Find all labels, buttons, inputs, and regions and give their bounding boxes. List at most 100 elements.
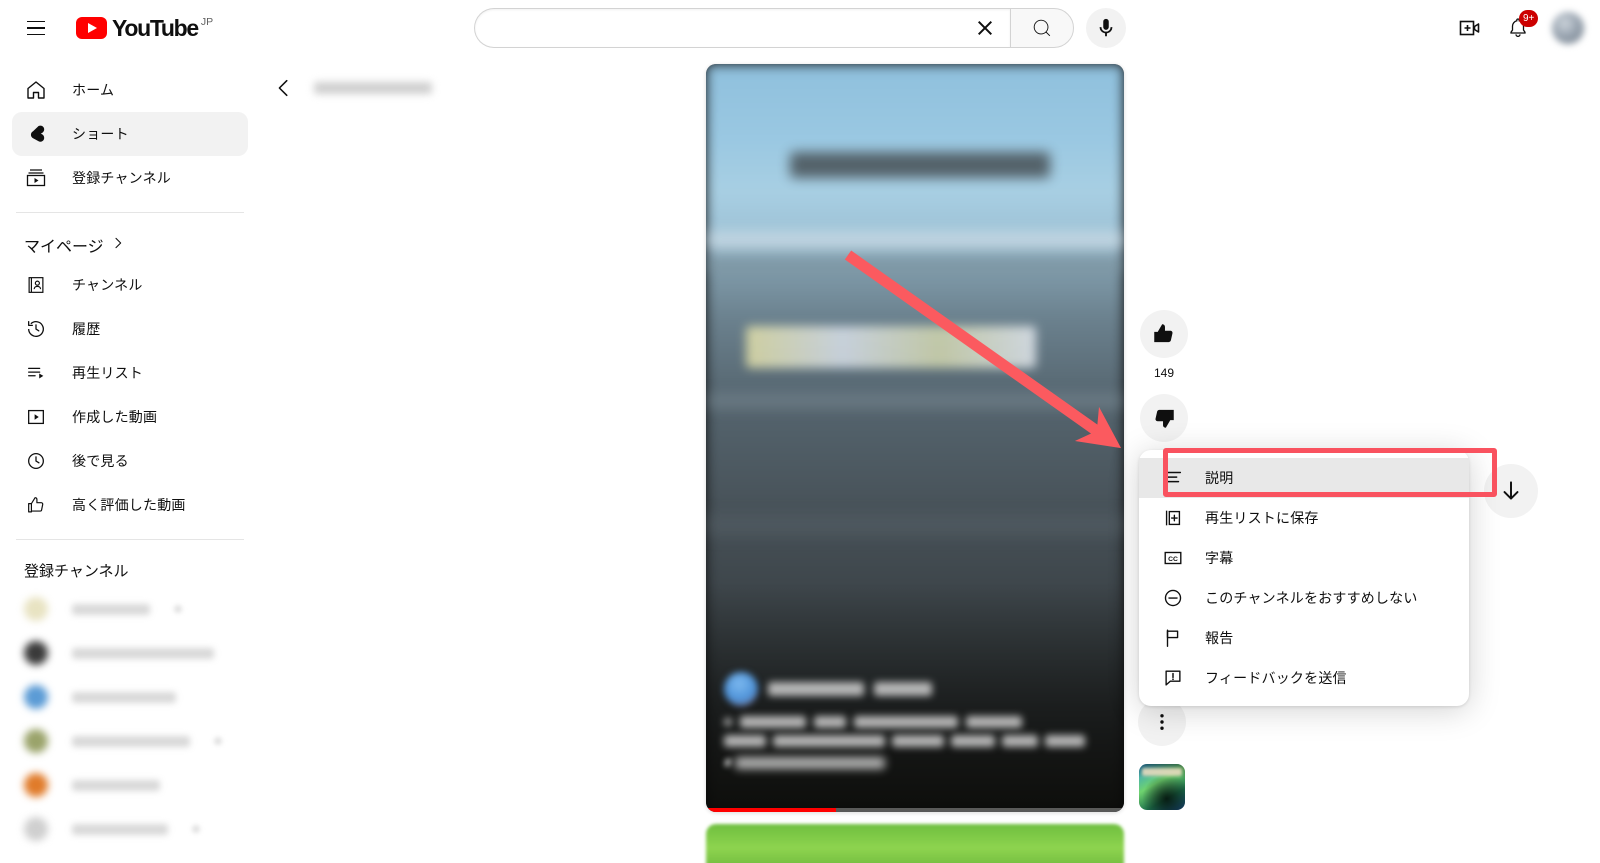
- home-icon: [24, 78, 48, 102]
- sidebar-item-history[interactable]: 履歴: [12, 307, 248, 351]
- status-badge: [174, 605, 182, 613]
- youtube-country-code: JP: [200, 15, 214, 28]
- microphone-icon[interactable]: [1086, 8, 1126, 48]
- youtube-logo-text: YouTube: [112, 14, 199, 41]
- youtube-shorts-page: YouTube JP 9+ ホーム ショート 登録チャンネル マイページ チャン…: [0, 0, 1600, 863]
- sidebar-item-playlists[interactable]: 再生リスト: [12, 351, 248, 395]
- status-badge: [192, 825, 200, 833]
- sidebar: ホーム ショート 登録チャンネル マイページ チャンネル 履歴 再生リスト 作成…: [0, 56, 260, 863]
- channel-icon: [24, 273, 48, 297]
- close-icon[interactable]: [966, 9, 1004, 47]
- menu-item-report[interactable]: 報告: [1139, 618, 1469, 658]
- closed-captions-icon: CC: [1161, 546, 1185, 570]
- next-short-thumbnail[interactable]: [1139, 764, 1185, 810]
- menu-item-label: 字幕: [1205, 550, 1234, 566]
- hamburger-icon[interactable]: [16, 8, 56, 48]
- channel-name: [72, 603, 150, 615]
- sidebar-item-label: 高く評価した動画: [72, 497, 186, 513]
- sidebar-subscriptions-list: [0, 587, 260, 851]
- your-videos-icon: [24, 405, 48, 429]
- sidebar-item-label: ホーム: [72, 82, 115, 98]
- menu-item-save-to-playlist[interactable]: 再生リストに保存: [1139, 498, 1469, 538]
- video-hashtag[interactable]: #: [724, 755, 1112, 770]
- menu-item-not-interested[interactable]: このチャンネルをおすすめしない: [1139, 578, 1469, 618]
- menu-item-label: このチャンネルをおすすめしない: [1205, 590, 1418, 606]
- menu-item-label: 説明: [1205, 470, 1234, 486]
- thumbs-up-icon: [24, 493, 48, 517]
- sidebar-item-label: チャンネル: [72, 277, 143, 293]
- sidebar-divider: [16, 212, 244, 213]
- youtube-play-icon: [76, 17, 107, 39]
- video-meta: #: [724, 672, 1112, 770]
- avatar: [24, 597, 48, 621]
- sidebar-mypage-header[interactable]: マイページ: [0, 225, 260, 263]
- description-icon: [1161, 466, 1185, 490]
- search-group: [474, 8, 1074, 48]
- sidebar-item-label: 再生リスト: [72, 365, 143, 381]
- channel-name: [72, 779, 160, 791]
- shorts-context-menu: 説明 再生リストに保存 CC 字幕 このチャンネルをおすすめしない 報告 フィー…: [1139, 450, 1469, 706]
- masthead: YouTube JP 9+: [0, 0, 1600, 56]
- masthead-center: [340, 8, 1260, 48]
- bell-icon[interactable]: 9+: [1498, 8, 1539, 48]
- video-progress-bar[interactable]: [706, 808, 1124, 812]
- flag-icon: [1161, 626, 1185, 650]
- sidebar-item-channel[interactable]: チャンネル: [12, 263, 248, 307]
- list-item[interactable]: [0, 587, 260, 631]
- create-video-icon[interactable]: [1450, 8, 1490, 48]
- video-progress-fill: [706, 808, 836, 812]
- masthead-right: 9+: [1260, 8, 1600, 48]
- sidebar-item-subscriptions[interactable]: 登録チャンネル: [12, 156, 248, 200]
- sidebar-item-label: 登録チャンネル: [72, 170, 171, 186]
- channel-name: [72, 735, 190, 747]
- not-interested-icon: [1161, 586, 1185, 610]
- list-item[interactable]: [0, 719, 260, 763]
- channel-row[interactable]: [724, 672, 1112, 706]
- scroll-next-button[interactable]: [1484, 464, 1538, 518]
- shorts-icon: [24, 122, 48, 146]
- channel-name: [72, 823, 168, 835]
- sidebar-item-home[interactable]: ホーム: [12, 68, 248, 112]
- menu-item-description[interactable]: 説明: [1139, 458, 1469, 498]
- youtube-logo-mark: YouTube: [76, 14, 199, 42]
- subscribe-button[interactable]: [874, 682, 932, 696]
- watch-later-icon: [24, 449, 48, 473]
- youtube-logo[interactable]: YouTube JP: [64, 15, 213, 42]
- list-item[interactable]: [0, 631, 260, 675]
- channel-name: [72, 691, 176, 703]
- back-arrow-icon[interactable]: [272, 76, 296, 100]
- feedback-icon: [1161, 666, 1185, 690]
- sidebar-mypage-section: チャンネル 履歴 再生リスト 作成した動画 後で見る 高く評価した動画: [0, 263, 260, 527]
- sidebar-divider-2: [16, 539, 244, 540]
- avatar: [24, 729, 48, 753]
- list-item[interactable]: [0, 763, 260, 807]
- save-to-playlist-icon: [1161, 506, 1185, 530]
- sidebar-primary-section: ホーム ショート 登録チャンネル: [0, 68, 260, 200]
- video-subtitle-overlay: [746, 326, 1036, 368]
- search-icon[interactable]: [1010, 8, 1074, 48]
- next-short-preview[interactable]: [706, 824, 1124, 863]
- chevron-right-icon: [110, 235, 126, 256]
- dislike-button[interactable]: [1140, 394, 1188, 442]
- channel-name: [768, 682, 864, 696]
- like-button[interactable]: [1140, 310, 1188, 358]
- sidebar-item-label: 後で見る: [72, 453, 129, 469]
- sidebar-item-liked-videos[interactable]: 高く評価した動画: [12, 483, 248, 527]
- sidebar-item-label: 作成した動画: [72, 409, 158, 425]
- sidebar-item-your-videos[interactable]: 作成した動画: [12, 395, 248, 439]
- list-item[interactable]: [0, 675, 260, 719]
- subscriptions-icon: [24, 166, 48, 190]
- account-avatar[interactable]: [1552, 12, 1584, 44]
- sidebar-mypage-title: マイページ: [24, 239, 104, 256]
- shorts-player[interactable]: #: [706, 64, 1124, 812]
- sidebar-item-label: ショート: [72, 126, 129, 142]
- sidebar-item-watch-later[interactable]: 後で見る: [12, 439, 248, 483]
- sidebar-item-shorts[interactable]: ショート: [12, 112, 248, 156]
- avatar: [24, 817, 48, 841]
- action-rail: 149: [1136, 310, 1192, 442]
- channel-avatar: [724, 672, 758, 706]
- list-item[interactable]: [0, 807, 260, 851]
- menu-item-captions[interactable]: CC 字幕: [1139, 538, 1469, 578]
- search-input[interactable]: [474, 8, 1010, 48]
- menu-item-send-feedback[interactable]: フィードバックを送信: [1139, 658, 1469, 698]
